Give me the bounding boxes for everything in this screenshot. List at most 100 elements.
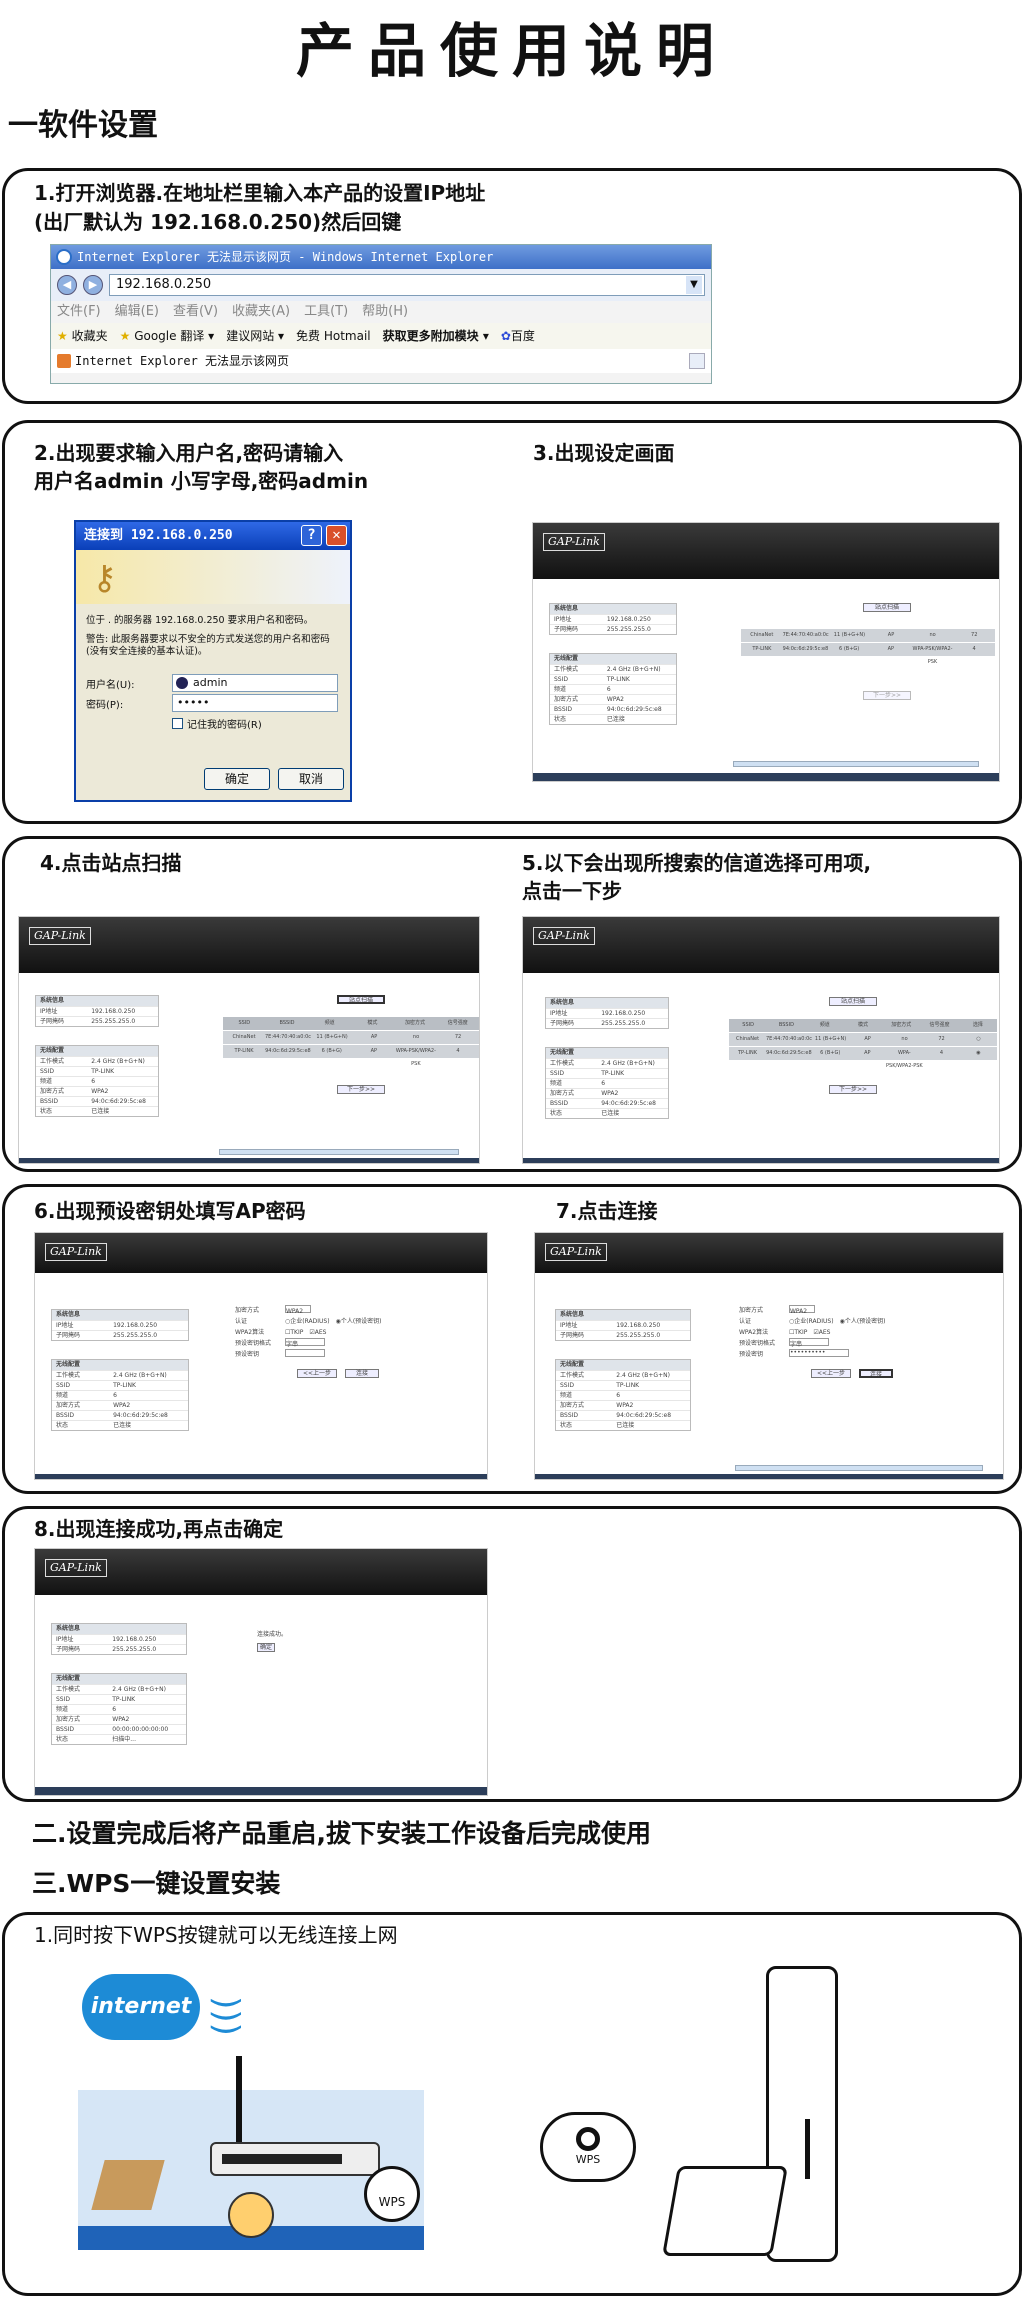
- table-row: 工作模式 2.4 GHz (B+G+N): [52, 1684, 186, 1694]
- table-row: SSID TP-LINK: [52, 1694, 186, 1704]
- password-value: •••••: [177, 696, 210, 709]
- cancel-button[interactable]: 取消: [278, 768, 344, 790]
- cipher-aes[interactable]: ☑AES: [309, 1327, 326, 1338]
- fav-favorites[interactable]: ★ 收藏夹: [57, 323, 108, 349]
- back-icon[interactable]: ◀: [57, 275, 77, 295]
- table-row: 子网掩码 255.255.255.0: [556, 1330, 690, 1340]
- form-row: WPA2算法 ☐TKIP ☑AES: [739, 1327, 831, 1338]
- router-header: GAP-Link: [35, 1549, 487, 1595]
- ok-button[interactable]: 确定: [204, 768, 270, 790]
- site-scan-button[interactable]: 站点扫描: [829, 997, 877, 1006]
- menu-file[interactable]: 文件(F): [57, 301, 101, 323]
- scrollbar[interactable]: [219, 1149, 459, 1155]
- enc-select[interactable]: WPA2: [285, 1305, 311, 1315]
- close-icon[interactable]: ✕: [326, 525, 347, 546]
- table-row: 工作模式 2.4 GHz (B+G+N): [546, 1058, 668, 1068]
- auth-radio-enterprise[interactable]: ○企业(RADIUS): [789, 1316, 834, 1327]
- fav-hotmail[interactable]: 免费 Hotmail: [296, 323, 371, 349]
- next-button[interactable]: 下一步>>: [863, 691, 911, 700]
- prev-button[interactable]: <<上一步: [297, 1369, 337, 1378]
- table-caption: 系统信息: [550, 604, 676, 614]
- forward-icon[interactable]: ▶: [83, 275, 103, 295]
- favorites-bar: ★ 收藏夹 ★ Google 翻译 ▾ 建议网站 ▾ 免费 Hotmail 获取…: [51, 323, 711, 349]
- table-row: 状态 已连接: [36, 1106, 158, 1116]
- fav-label: Google 翻译 ▾: [134, 329, 215, 343]
- system-info-table: 系统信息 IP地址 192.168.0.250 子网掩码 255.255.255.0: [35, 995, 159, 1027]
- auth-radio-personal[interactable]: ◉个人(预设密钥): [336, 1316, 382, 1327]
- table-row: 加密方式 WPA2: [52, 1400, 188, 1410]
- table-row: IP地址 192.168.0.250: [52, 1320, 188, 1330]
- home-icon[interactable]: [689, 353, 705, 369]
- router-header: GAP-Link: [523, 917, 999, 973]
- dropdown-chevron-icon[interactable]: ▼: [686, 276, 702, 294]
- table-row: 频道 6: [556, 1390, 690, 1400]
- next-button[interactable]: 下一步>>: [337, 1085, 385, 1094]
- menu-tools[interactable]: 工具(T): [304, 301, 348, 323]
- table-caption: 系统信息: [546, 998, 668, 1008]
- prev-button[interactable]: <<上一步: [811, 1369, 851, 1378]
- router-footer: [35, 1787, 487, 1795]
- table-row: IP地址 192.168.0.250: [556, 1320, 690, 1330]
- preshared-key-input[interactable]: ••••••••••: [789, 1349, 849, 1357]
- password-field[interactable]: •••••: [172, 694, 338, 712]
- confirm-button[interactable]: 确定: [257, 1643, 275, 1652]
- browser-window: Internet Explorer 无法显示该网页 - Windows Inte…: [50, 244, 712, 384]
- fav-addons[interactable]: 获取更多附加模块 ▾: [383, 323, 489, 349]
- step6-label: 6.出现预设密钥处填写AP密码: [34, 1199, 306, 1223]
- remember-checkbox[interactable]: [172, 718, 183, 729]
- menu-edit[interactable]: 编辑(E): [115, 301, 159, 323]
- menu-view[interactable]: 查看(V): [173, 301, 218, 323]
- connect-button[interactable]: 连接: [859, 1369, 893, 1378]
- menu-favorites[interactable]: 收藏夹(A): [232, 301, 290, 323]
- router-header: GAP-Link: [19, 917, 479, 973]
- table-row: BSSID 94:0c:6d:29:5c:e8: [52, 1410, 188, 1420]
- grid-row: TP-LINK 94:0c:6d:29:5c:e8 6 (B+G) AP WPA-PSK…: [729, 1047, 997, 1069]
- remember-password[interactable]: 记住我的密码(R): [172, 716, 262, 731]
- fav-suggested-sites[interactable]: 建议网站 ▾: [226, 323, 284, 349]
- fav-baidu[interactable]: ✿百度: [501, 323, 535, 349]
- table-caption: 系统信息: [556, 1310, 690, 1320]
- auth-radio-personal[interactable]: ◉个人(预设密钥): [840, 1316, 886, 1327]
- preshared-key-input[interactable]: [285, 1349, 325, 1357]
- scrollbar[interactable]: [733, 761, 979, 767]
- step2-line2: 用户名admin 小写字母,密码admin: [34, 469, 369, 493]
- browser-title: Internet Explorer 无法显示该网页 - Windows Inte…: [77, 250, 494, 264]
- system-info-table: 系统信息 IP地址 192.168.0.250 子网掩码 255.255.255.0: [555, 1309, 691, 1341]
- browser-tab[interactable]: Internet Explorer 无法显示该网页: [51, 349, 711, 373]
- fav-google-translate[interactable]: ★ Google 翻译 ▾: [120, 323, 215, 349]
- site-scan-button[interactable]: 站点扫描: [863, 603, 911, 612]
- table-row: 加密方式 WPA2: [550, 694, 676, 704]
- cipher-aes[interactable]: ☑AES: [813, 1327, 830, 1338]
- next-button[interactable]: 下一步>>: [829, 1085, 877, 1094]
- password-label: 密码(P):: [86, 700, 124, 711]
- grid-row: ChinaNet 7E:44:70:40:a0:0c 11 (B+G+N) AP no 7…: [741, 629, 995, 643]
- wps-device-illustration: WPS: [540, 1966, 860, 2276]
- router-logo: GAP-Link: [545, 1243, 607, 1261]
- connect-button[interactable]: 连接: [345, 1369, 379, 1378]
- menu-help[interactable]: 帮助(H): [362, 301, 408, 323]
- enc-select[interactable]: WPA2: [789, 1305, 815, 1315]
- key-format-select[interactable]: 字串: [285, 1338, 325, 1348]
- site-scan-button[interactable]: 站点扫描: [337, 995, 385, 1004]
- help-icon[interactable]: ?: [301, 525, 322, 546]
- star-icon: ★: [57, 329, 68, 343]
- table-row: 状态 已连接: [546, 1108, 668, 1118]
- table-row: SSID TP-LINK: [546, 1068, 668, 1078]
- cipher-tkip[interactable]: ☐TKIP: [285, 1327, 303, 1338]
- key-format-select[interactable]: 字串: [789, 1338, 829, 1348]
- table-row: IP地址 192.168.0.250: [546, 1008, 668, 1018]
- menu-bar: 文件(F) 编辑(E) 查看(V) 收藏夹(A) 工具(T) 帮助(H): [51, 301, 711, 323]
- system-info-table: 系统信息 IP地址 192.168.0.250 子网掩码 255.255.255.0: [549, 603, 677, 635]
- username-field[interactable]: admin: [172, 674, 338, 692]
- scrollbar[interactable]: [735, 1465, 983, 1471]
- paw-icon: ✿: [500, 329, 511, 343]
- select-radio[interactable]: ◉: [960, 1047, 997, 1060]
- auth-radio-enterprise[interactable]: ○企业(RADIUS): [285, 1316, 330, 1327]
- select-radio[interactable]: ○: [960, 1033, 997, 1046]
- table-row: BSSID 94:0c:6d:29:5c:e8: [546, 1098, 668, 1108]
- step4-label: 4.点击站点扫描: [40, 851, 182, 875]
- table-row: 子网掩码 255.255.255.0: [546, 1018, 668, 1028]
- system-info-table: 系统信息 IP地址 192.168.0.250 子网掩码 255.255.255.0: [51, 1309, 189, 1341]
- address-input[interactable]: 192.168.0.250 ▼: [109, 274, 705, 296]
- cipher-tkip[interactable]: ☐TKIP: [789, 1327, 807, 1338]
